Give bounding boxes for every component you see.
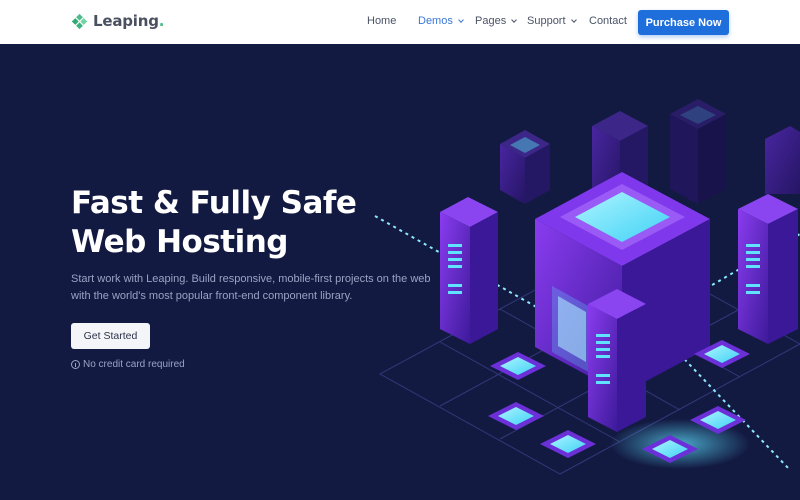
nav-item-label: Contact — [589, 15, 627, 27]
server-rack-bg-left — [500, 130, 550, 204]
nav-item-label: Demos — [418, 15, 453, 27]
floor-tile-2 — [488, 402, 544, 430]
server-rack-far-right — [765, 126, 800, 194]
brand-name: Leaping — [93, 12, 159, 30]
server-hosting-illustration — [374, 99, 800, 475]
site-header: Leaping. Home Demos Pages Support Contac… — [0, 0, 800, 44]
nav-item-pages[interactable]: Pages — [475, 15, 518, 27]
nav-item-support[interactable]: Support — [527, 15, 577, 27]
no-credit-card-note: No credit card required — [71, 359, 185, 370]
chevron-down-icon — [570, 16, 577, 23]
nav-item-label: Support — [527, 15, 566, 27]
floor-tile-3 — [540, 430, 596, 458]
server-rack-bg-right — [670, 99, 726, 204]
server-rack-front — [588, 289, 646, 432]
nav-item-label: Pages — [475, 15, 507, 27]
chevron-down-icon — [458, 16, 464, 23]
note-text: No credit card required — [83, 359, 185, 370]
info-icon — [71, 360, 80, 369]
floor-tile-1 — [490, 352, 546, 380]
chevron-down-icon — [511, 16, 518, 23]
nav-item-contact[interactable]: Contact — [589, 15, 627, 27]
brand-dot: . — [158, 12, 165, 30]
server-rack-right — [738, 194, 798, 344]
purchase-now-button[interactable]: Purchase Now — [638, 10, 729, 35]
leaping-logo-icon — [71, 13, 88, 29]
get-started-button[interactable]: Get Started — [71, 323, 150, 349]
hero-section: Fast & Fully Safe Web Hosting Start work… — [0, 44, 800, 500]
nav-item-demos[interactable]: Demos — [418, 15, 464, 27]
server-rack-left — [440, 197, 498, 344]
nav-item-home[interactable]: Home — [367, 15, 396, 27]
nav-item-label: Home — [367, 15, 397, 27]
brand-logo[interactable]: Leaping. — [71, 12, 164, 30]
